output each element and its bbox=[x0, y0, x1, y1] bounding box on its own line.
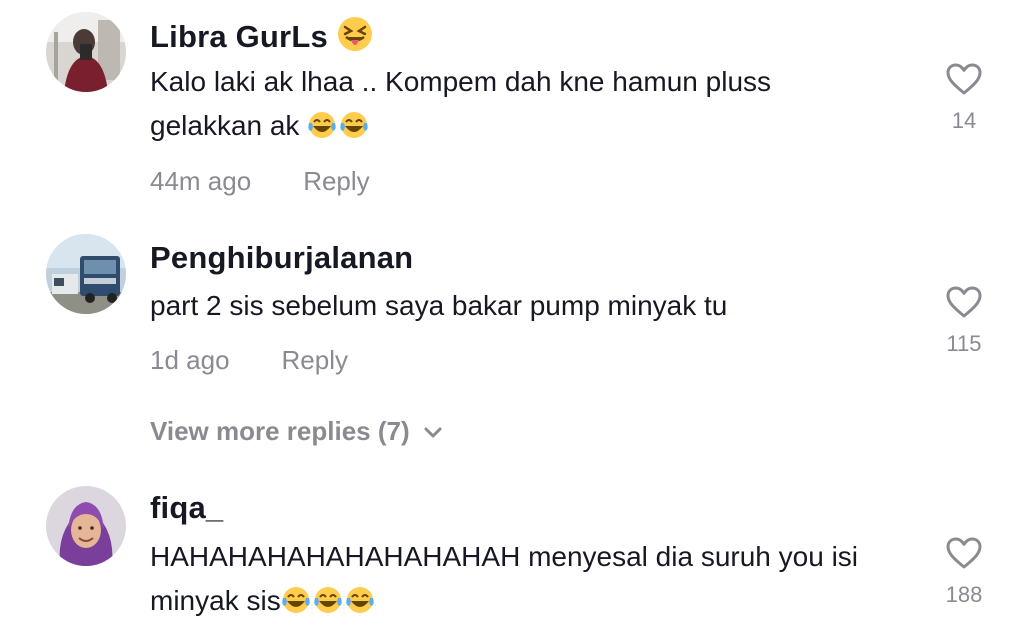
comment-timestamp: 1d ago bbox=[150, 345, 230, 375]
reply-button[interactable]: Reply bbox=[303, 166, 369, 196]
squinting-tongue-emoji-icon bbox=[337, 17, 372, 51]
avatar-image-icon bbox=[46, 234, 126, 314]
like-count: 188 bbox=[945, 582, 983, 607]
comment-meta: 44m ago Reply bbox=[150, 166, 370, 197]
comment-meta: 1d ago Reply bbox=[150, 345, 348, 376]
avatar[interactable] bbox=[46, 12, 126, 92]
avatar[interactable] bbox=[46, 486, 126, 566]
heart-icon bbox=[946, 286, 982, 318]
reply-button[interactable]: Reply bbox=[282, 345, 348, 375]
chevron-down-icon bbox=[424, 427, 442, 438]
laughing-tears-emoji-icon bbox=[308, 112, 368, 138]
avatar-image-icon bbox=[46, 486, 126, 566]
comment-text: HAHAHAHAHAHAHAHAHAH menyesal dia suruh y… bbox=[150, 541, 859, 616]
like-button[interactable]: 14 bbox=[930, 62, 998, 134]
like-count: 14 bbox=[951, 108, 977, 133]
heart-icon bbox=[946, 63, 982, 95]
like-button[interactable]: 188 bbox=[930, 536, 998, 608]
heart-icon bbox=[946, 537, 982, 569]
comment-text: Kalo laki ak lhaa .. Kompem dah kne hamu… bbox=[150, 66, 772, 141]
like-count: 115 bbox=[946, 331, 982, 356]
laughing-tears-emoji-icon bbox=[282, 587, 374, 613]
like-button[interactable]: 115 bbox=[930, 285, 998, 357]
comment-username[interactable]: Penghiburjalanan bbox=[150, 240, 413, 276]
avatar[interactable] bbox=[46, 234, 126, 314]
comment-username[interactable]: Libra GurLs bbox=[150, 16, 373, 55]
comment-timestamp: 44m ago bbox=[150, 166, 252, 196]
view-more-replies-button[interactable]: View more replies (7) bbox=[150, 416, 442, 447]
comment-text: part 2 sis sebelum saya bakar pump minya… bbox=[150, 290, 728, 321]
avatar-image-icon bbox=[46, 12, 126, 92]
comment-username[interactable]: fiqa_ bbox=[150, 490, 223, 526]
